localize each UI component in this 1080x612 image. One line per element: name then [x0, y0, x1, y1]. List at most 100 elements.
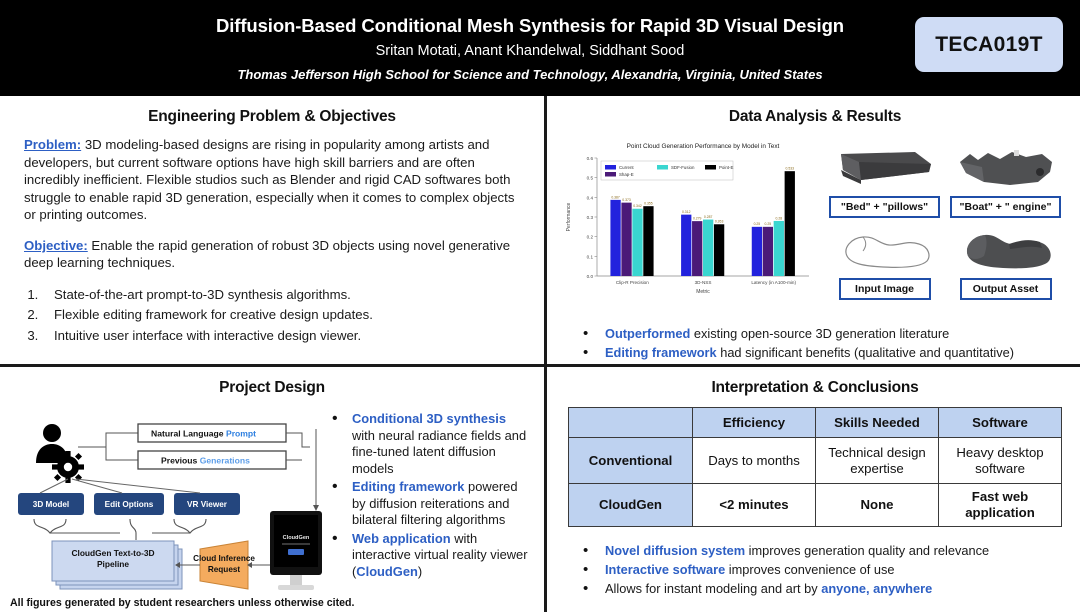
list-item: State-of-the-art prompt-to-3D synthesis … — [42, 285, 520, 305]
cell-conventional-efficiency: Days to months — [692, 437, 816, 484]
problem-body: Problem: 3D modeling-based designs are r… — [10, 136, 534, 346]
list-item: Outperformed existing open-source 3D gen… — [583, 323, 1073, 346]
section-title-conclusions: Interpretation & Conclusions — [711, 379, 919, 396]
list-item: Conditional 3D synthesis with neural rad… — [328, 409, 530, 477]
svg-text:0.2: 0.2 — [587, 235, 594, 240]
svg-text:Natural Language Prompt: Natural Language Prompt — [151, 429, 256, 439]
bullet-highlight: Editing framework — [352, 479, 465, 495]
svg-text:SDF-Fusion: SDF-Fusion — [671, 165, 695, 170]
svg-text:Shap-E: Shap-E — [619, 172, 634, 177]
svg-text:0.25: 0.25 — [754, 222, 761, 226]
node-3d-model: 3D Model — [18, 493, 84, 515]
cell-conventional-skills: Technical design expertise — [815, 437, 939, 484]
table-header: Efficiency Skills Needed Software — [568, 407, 1062, 438]
list-item: Interactive software improves convenienc… — [583, 559, 1073, 582]
cell-conventional-software: Heavy desktop software — [938, 437, 1062, 484]
table-corner-cell — [568, 407, 693, 438]
table-row: Efficiency Skills Needed Software — [568, 407, 1062, 438]
svg-text:Cloud Inference: Cloud Inference — [193, 554, 255, 563]
page-title: Diffusion-Based Conditional Mesh Synthes… — [215, 14, 845, 36]
bullet-text: existing open-source 3D generation liter… — [690, 326, 950, 341]
bullet-highlight: Outperformed — [605, 326, 691, 341]
chart-svg: Point Cloud Generation Performance by Mo… — [566, 143, 809, 295]
svg-text:Point-E: Point-E — [719, 165, 733, 170]
caption-output-asset: Output Asset — [959, 278, 1052, 300]
pipeline-box: CloudGen Text-to-3D Pipeline — [51, 540, 183, 590]
section-title-results: Data Analysis & Results — [728, 108, 902, 125]
objectives-list: State-of-the-art prompt-to-3D synthesis … — [42, 285, 520, 346]
svg-text:CloudGen Text-to-3D: CloudGen Text-to-3D — [71, 548, 154, 558]
bed-mesh-thumbnail — [829, 138, 940, 194]
prompt-box-previous-generations: Previous Generations — [137, 450, 287, 470]
list-item: Intuitive user interface with interactiv… — [42, 326, 520, 346]
svg-text:Previous Generations: Previous Generations — [161, 456, 250, 466]
bullet-text: had significant benefits (qualitative an… — [716, 345, 1014, 361]
panel-project-design: Project Design Natural Language Prompt P… — [0, 367, 544, 612]
table-body: Conventional Days to months Technical de… — [568, 437, 1062, 527]
svg-text:0.533: 0.533 — [786, 167, 795, 171]
pipeline-diagram: Natural Language Prompt Previous Generat… — [10, 407, 322, 607]
svg-text:0.355: 0.355 — [644, 202, 653, 206]
svg-text:Metric: Metric — [696, 289, 710, 295]
list-item: Novel diffusion system improves generati… — [583, 540, 1073, 563]
author-list: Sritan Motati, Anant Khandelwal, Siddhan… — [375, 43, 685, 60]
svg-text:0.373: 0.373 — [622, 198, 631, 202]
column-header-efficiency: Efficiency — [692, 407, 816, 438]
section-title-problem: Engineering Problem & Objectives — [148, 108, 396, 125]
affiliation: Thomas Jefferson High School for Science… — [237, 66, 823, 82]
monitor-illustration: CloudGen — [270, 511, 322, 590]
svg-text:Clip-R Precision: Clip-R Precision — [616, 280, 649, 285]
panel-conclusions: Interpretation & Conclusions Efficiency … — [547, 367, 1080, 612]
svg-text:Pipeline: Pipeline — [97, 559, 129, 569]
bullet-highlight: Interactive software — [605, 561, 726, 577]
user-icon — [36, 424, 84, 483]
svg-text:0.312: 0.312 — [682, 210, 691, 214]
svg-text:0.287: 0.287 — [704, 215, 713, 219]
svg-text:0.342: 0.342 — [633, 204, 642, 208]
svg-text:Edit Options: Edit Options — [105, 500, 154, 509]
bar-chart: Point Cloud Generation Performance by Mo… — [559, 136, 817, 308]
bullet-highlight-2: anyone, anywhere — [821, 581, 933, 597]
table-row: Conventional Days to months Technical de… — [568, 437, 1062, 484]
caption-input-image: Input Image — [838, 278, 931, 300]
caption-boat-engine: "Boat" + " engine" — [950, 196, 1061, 218]
node-vr-viewer: VR Viewer — [174, 493, 240, 515]
svg-text:0.3: 0.3 — [587, 215, 594, 220]
row-label-cloudgen: CloudGen — [568, 483, 693, 527]
bullet-highlight: Web application — [352, 530, 451, 546]
list-item: Editing framework powered by diffusion r… — [328, 477, 530, 529]
list-item: Flexible editing framework for creative … — [42, 305, 520, 325]
objective-label: Objective: — [24, 237, 88, 253]
svg-text:0.387: 0.387 — [611, 195, 620, 199]
cloud-inference-shape: Cloud Inference Request — [193, 540, 255, 590]
list-item: Allows for instant modeling and art by a… — [583, 578, 1073, 601]
design-bullet-list: Conditional 3D synthesis with neural rad… — [328, 409, 530, 581]
design-content: Natural Language Prompt Previous Generat… — [10, 407, 534, 607]
poster-header: Diffusion-Based Conditional Mesh Synthes… — [0, 0, 1080, 96]
svg-text:Point Cloud Generation Perform: Point Cloud Generation Performance by Mo… — [627, 143, 780, 150]
svg-text:CloudGen: CloudGen — [283, 535, 310, 541]
poster-body: Engineering Problem & Objectives Problem… — [0, 96, 1080, 612]
caption-bed-pillows: "Bed" + "pillows" — [829, 196, 940, 218]
shoe-mesh-thumbnail — [950, 224, 1061, 276]
figure-credit-note: All figures generated by student researc… — [10, 597, 355, 609]
svg-text:0.28: 0.28 — [776, 216, 783, 220]
objective-text: Enable the rapid generation of robust 3D… — [24, 237, 511, 271]
problem-paragraph: Problem: 3D modeling-based designs are r… — [24, 136, 520, 224]
bullet-text: Allows for instant modeling and art by — [605, 581, 822, 597]
table-row: CloudGen <2 minutes None Fast web applic… — [568, 483, 1062, 527]
svg-text:0.279: 0.279 — [693, 217, 702, 221]
results-figures: Point Cloud Generation Performance by Mo… — [557, 136, 1073, 316]
list-item: Web application with interactive virtual… — [328, 529, 530, 581]
problem-label: Problem: — [24, 137, 82, 152]
panel-data-analysis: Data Analysis & Results Point Cloud Gene… — [547, 96, 1080, 364]
design-bullets: Conditional 3D synthesis with neural rad… — [322, 407, 534, 607]
boat-mesh-thumbnail — [950, 138, 1061, 194]
column-header-software: Software — [938, 407, 1062, 438]
svg-text:VR Viewer: VR Viewer — [187, 500, 228, 509]
svg-text:3D Model: 3D Model — [33, 500, 69, 509]
shoe-outline-thumbnail — [829, 224, 940, 276]
bullet-highlight: Conditional 3D synthesis — [352, 411, 506, 426]
bullet-highlight: Editing framework — [605, 345, 717, 361]
svg-text:0.263: 0.263 — [715, 220, 724, 224]
